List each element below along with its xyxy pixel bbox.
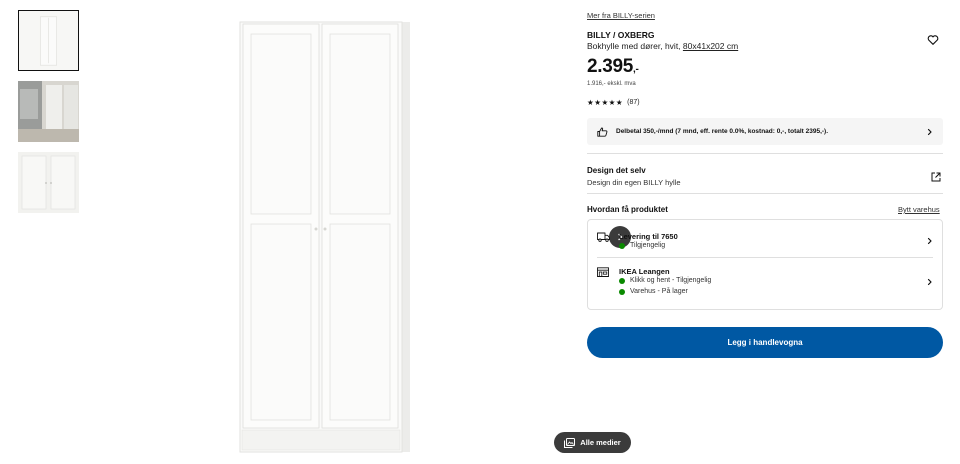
external-link-icon (931, 172, 941, 182)
series-link[interactable]: Mer fra BILLY-serien (587, 11, 655, 20)
design-subtitle: Design din egen BILLY hylle (587, 178, 681, 187)
design-it-yourself[interactable]: Design det selv Design din egen BILLY hy… (587, 166, 943, 187)
product-rating[interactable]: ★★★★★ (87) (587, 98, 640, 107)
delivery-status-text: Tilgjengelig (630, 242, 666, 249)
delivery-title: Levering til 7650 (619, 232, 678, 241)
fulfilment-box: Levering til 7650 Tilgjengelig IKEA Lean… (587, 219, 943, 310)
chevron-right-icon (927, 128, 932, 135)
available-dot (619, 277, 625, 284)
product-dimensions-link[interactable]: 80x41x202 cm (683, 41, 738, 51)
change-store-link[interactable]: Bytt varehus (898, 205, 940, 214)
click-collect-status: Klikk og hent - Tilgjengelig (619, 277, 711, 284)
all-media-label: Alle medier (580, 438, 621, 447)
add-to-cart-button[interactable]: Legg i handlevogna (587, 327, 943, 358)
finance-text: Delbetal 350,-/mnd (7 mnd, eff. rente 0.… (616, 128, 829, 135)
divider (587, 153, 943, 154)
thumbnail-1[interactable] (18, 10, 79, 71)
main-product-image: Alle medier (90, 0, 631, 464)
truck-icon (597, 232, 610, 242)
available-dot (619, 242, 625, 249)
cabinet-image (239, 21, 410, 453)
finance-banner[interactable]: Delbetal 350,-/mnd (7 mnd, eff. rente 0.… (587, 118, 943, 145)
product-description-text: Bokhylle med dører, hvit, (587, 41, 683, 51)
store-icon (597, 267, 609, 277)
delivery-status: Tilgjengelig (619, 242, 665, 249)
price-main: 2.395 (587, 56, 634, 77)
media-gallery-icon (564, 437, 576, 448)
thumbnail-3[interactable] (18, 152, 79, 213)
heart-icon[interactable] (927, 34, 939, 46)
thumbnail-gallery (18, 10, 80, 223)
click-collect-text: Klikk og hent - Tilgjengelig (630, 277, 712, 284)
chevron-right-icon (927, 237, 932, 245)
price-excl-vat: 1.916,- ekskl. mva (587, 81, 636, 87)
product-description: Bokhylle med dører, hvit, 80x41x202 cm (587, 41, 738, 51)
divider (587, 193, 943, 194)
available-dot (619, 288, 625, 295)
delivery-option[interactable]: Levering til 7650 Tilgjengelig (588, 232, 942, 258)
divider (597, 257, 933, 258)
chevron-right-icon (927, 278, 932, 286)
thumbs-up-icon (597, 127, 608, 137)
in-store-status: Varehus - På lager (619, 288, 688, 295)
product-price: 2.395,- (587, 56, 639, 78)
in-store-text: Varehus - På lager (630, 288, 688, 295)
design-title: Design det selv (587, 166, 646, 175)
store-option[interactable]: IKEA Leangen Klikk og hent - Tilgjengeli… (588, 267, 942, 301)
price-suffix: ,- (633, 64, 639, 75)
rating-count: (87) (627, 99, 640, 106)
thumbnail-2[interactable] (18, 81, 79, 142)
rating-stars: ★★★★★ (587, 98, 624, 107)
product-name: BILLY / OXBERG (587, 30, 655, 40)
store-title: IKEA Leangen (619, 267, 670, 276)
all-media-button[interactable]: Alle medier (554, 432, 631, 453)
fulfilment-heading: Hvordan få produktet (587, 205, 668, 214)
